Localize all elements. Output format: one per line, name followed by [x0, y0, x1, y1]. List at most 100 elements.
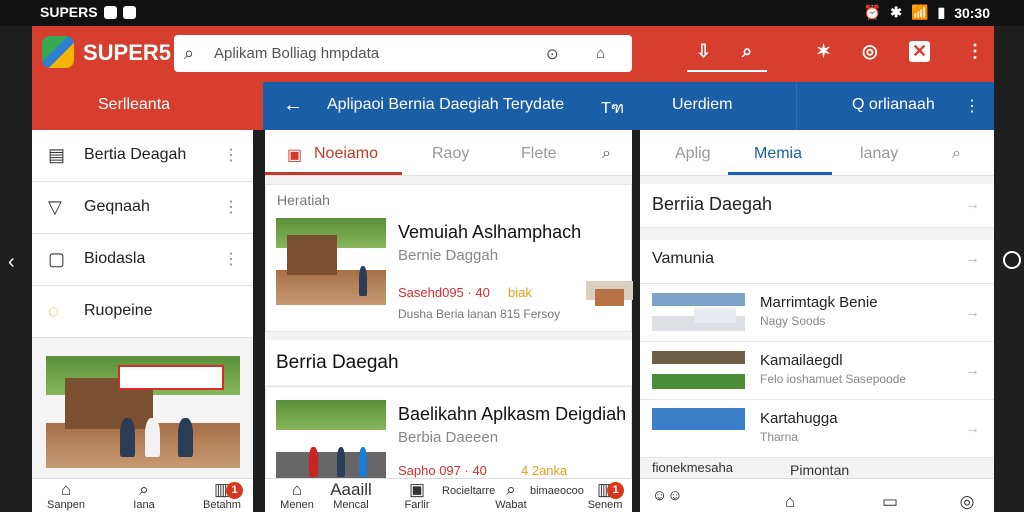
lock-icon[interactable]: ⌂ [596, 45, 605, 62]
nav-settings[interactable]: ◎ [947, 492, 987, 511]
home-circle-icon[interactable] [1003, 251, 1021, 269]
side-thumbnail [586, 281, 633, 319]
search-icon: ⌕ [184, 43, 195, 63]
nav-mencal[interactable]: Aaaill Mencal [327, 480, 375, 511]
news-card[interactable]: Heratiah Vemuiah Aslhamphach Bernie Dagg… [265, 184, 633, 332]
list-thumbnail [652, 293, 745, 331]
left-pane-header: Serlleanta [32, 82, 263, 130]
nav-extra-label: bimaeocoo [530, 485, 584, 497]
news-description: Dusha Beria lanan 815 Fersoy [398, 307, 561, 321]
home-icon: ⌂ [784, 492, 796, 511]
list-title: Pimontan [790, 462, 850, 478]
compass-icon[interactable]: ◎ [862, 41, 878, 62]
back-arrow-icon[interactable]: ← [283, 94, 303, 117]
right-search-label[interactable]: Q orlianaah [852, 96, 935, 114]
search-icon[interactable]: ⌕ [742, 41, 752, 62]
app-header: SUPER5 ⌕ Aplikam Bolliag hmpdata ⊙ ⌂ ⇩ ⌕… [32, 26, 994, 82]
more-icon[interactable]: ⋮ [223, 249, 239, 269]
nav-chat[interactable]: ▭ [870, 492, 910, 511]
more-icon[interactable]: ⋮ [223, 197, 239, 217]
middle-bottom-nav: ⌂ Menen Aaaill Mencal ▣ Farlir Rocieltarre … [265, 478, 632, 512]
search-box[interactable]: ⌕ Aplikam Bolliag hmpdata ⊙ ⌂ [174, 35, 632, 72]
notification-badge: 1 [607, 482, 624, 499]
battery-icon: ▮ [937, 4, 946, 20]
tab-raoy[interactable]: Raoy [432, 145, 469, 163]
tab-noeiamo[interactable]: Noeiamo [314, 145, 378, 163]
arrow-icon: → [965, 362, 980, 379]
tab-aplig[interactable]: Aplig [675, 145, 711, 163]
back-chevron-icon[interactable]: ‹ [8, 251, 15, 274]
news-card[interactable]: Baelikahn Aplkasm Deigdiah Berbia Daeeen… [265, 386, 632, 486]
search-input[interactable]: Aplikam Bolliag hmpdata [214, 45, 379, 62]
list-item[interactable]: Marrimtagk Benie Nagy Soods → [640, 284, 994, 342]
status-bar: SUPERS ⏰ ✱ 📶 ▮ 30:30 [0, 0, 1024, 26]
right-bottom-nav: ☺☺ ⌂ ▭ ◎ [640, 478, 994, 512]
emoji-icon[interactable]: ☺☺ [652, 487, 683, 504]
nav-label: Betahm [203, 499, 241, 511]
middle-pane-title: Aplipaoi Bernia Daegiah Terydate [327, 96, 565, 113]
nav-label: Wabat [495, 499, 527, 511]
more-icon[interactable]: ⋮ [966, 41, 984, 62]
list-item[interactable]: Berriia Daegah → [640, 184, 994, 228]
search-icon: ⌕ [506, 480, 516, 499]
alarm-icon: ⏰ [863, 4, 882, 20]
mic-icon[interactable]: ⊙ [546, 45, 559, 63]
close-icon[interactable]: ✕ [909, 41, 931, 62]
nav-farlir[interactable]: ▣ Farlir [393, 480, 441, 511]
sidebar-item-ruopeine[interactable]: ◌ Ruopeine [32, 286, 253, 338]
list-item-label: fionekmesaha [652, 460, 733, 475]
right-pane: Aplig Memia lanay ⌕ Berriia Daegah → Vamu… [640, 130, 994, 512]
nav-menen[interactable]: ⌂ Menen [273, 480, 321, 511]
settings-icon[interactable]: ✶ [816, 41, 831, 62]
search-icon[interactable]: ⌕ [602, 145, 611, 163]
tab-lanay[interactable]: lanay [860, 145, 898, 163]
tab-indicator [265, 172, 402, 175]
briefcase-icon: ▣ [287, 147, 303, 164]
list-subtitle: Nagy Soods [760, 314, 826, 328]
tab-memia[interactable]: Memia [754, 145, 802, 163]
nav-label: Iana [133, 499, 155, 511]
download-icon[interactable]: ⇩ [696, 41, 711, 62]
news-title: Vemuiah Aslhamphach [398, 222, 582, 242]
right-pane-header: Uerdiem Q orlianaah ⋮ [638, 82, 994, 130]
nav-home[interactable]: ⌂ [770, 492, 810, 511]
right-subtitle: Vamunia [652, 250, 714, 267]
more-icon[interactable]: ⋮ [223, 145, 239, 165]
search-icon[interactable]: ⌕ [952, 145, 961, 163]
sidebar-item-biodasla[interactable]: ▢ Biodasla ⋮ [32, 234, 253, 286]
more-icon[interactable]: ⋮ [964, 96, 980, 116]
sidebar: ▤ Bertia Deagah ⋮ ▽ Geqnaah ⋮ ▢ Biodasla ⋮ ◌ Ru… [32, 130, 253, 512]
sidebar-label: Bertia Deagah [84, 146, 187, 163]
clock: 30:30 [954, 4, 990, 21]
street-photo [46, 356, 240, 468]
sidebar-item-geqnaah[interactable]: ▽ Geqnaah ⋮ [32, 182, 253, 234]
list-item[interactable]: Kartahugga Tharna → [640, 400, 994, 458]
list-icon: Aaaill [330, 480, 372, 499]
newspaper-icon: ▤ [48, 145, 66, 165]
sidebar-label: Ruopeine [84, 302, 153, 319]
arrow-icon: → [965, 304, 980, 321]
nav-wabat[interactable]: ⌕ Wabat [487, 480, 535, 511]
right-pane-title: Uerdiem [672, 96, 733, 113]
list-thumbnail [652, 408, 745, 430]
nav-iana[interactable]: ⌕ Iana [120, 480, 168, 511]
section-title: Berria Daegah [276, 352, 399, 373]
middle-pane-action[interactable]: Tฑ [601, 96, 624, 121]
list-thumbnail [652, 351, 745, 389]
list-item[interactable]: Vamunia → [640, 240, 994, 284]
list-item[interactable]: Kamailaegdl Felo ioshamuet Sasepoode → [640, 342, 994, 400]
news-subtitle: Berbia Daeeen [398, 429, 499, 446]
sidebar-label: Biodasla [84, 250, 146, 267]
nav-sanpen[interactable]: ⌂ Sanpen [42, 480, 90, 511]
bag-icon: ▢ [48, 249, 66, 269]
nav-label: Farlir [404, 499, 430, 511]
middle-pane-header: ← Aplipaoi Bernia Daegiah Terydate Tฑ [263, 82, 638, 130]
nav-label: Senem [587, 499, 623, 511]
nav-label: Sanpen [47, 499, 85, 511]
left-bottom-nav: ⌂ Sanpen ⌕ Iana ▥ Betahm 1 [32, 478, 253, 512]
news-meta-secondary: biak [508, 285, 532, 300]
tab-flete[interactable]: Flete [521, 145, 557, 163]
sidebar-item-berita[interactable]: ▤ Bertia Deagah ⋮ [32, 130, 253, 182]
left-pane-title: Serlleanta [98, 96, 171, 113]
chat-icon: ▭ [881, 492, 899, 511]
